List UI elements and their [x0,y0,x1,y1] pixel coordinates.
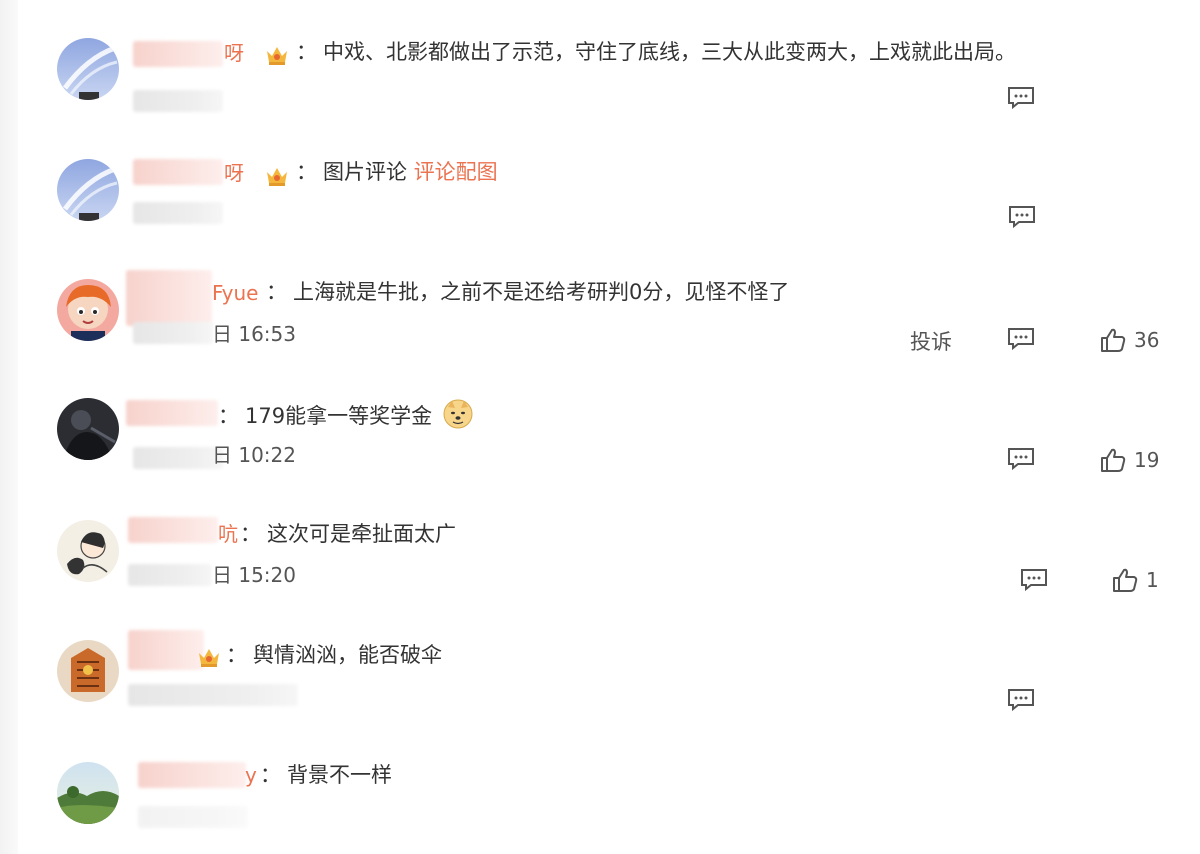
timestamp-blurred [133,202,223,224]
comment-icon[interactable] [1007,86,1035,110]
view-image-link[interactable]: 评论配图 [414,160,498,184]
like-button[interactable]: 19 [1100,447,1159,473]
thumb-up-icon [1101,328,1126,352]
colon-separator: ： [240,522,261,546]
colon-separator: ： [296,40,317,64]
thumb-up-icon [1101,448,1126,472]
crown-badge-icon [267,47,287,65]
colon-separator: ： [218,404,239,428]
comment-content: 背景不一样 [287,763,392,787]
comment-icon[interactable] [1007,327,1035,351]
crown-badge-icon [199,649,219,667]
like-count: 36 [1134,328,1160,352]
comment-content: 舆情汹汹，能否破伞 [253,643,442,667]
like-button[interactable]: 36 [1100,327,1159,353]
avatar[interactable] [57,520,119,582]
comment-icon[interactable] [1007,447,1035,471]
timestamp-blurred [133,322,213,344]
timestamp-blurred [128,684,298,706]
username-blurred[interactable] [133,41,223,67]
left-edge-shadow [0,0,18,854]
comment-list-page: 呀 ：中戏、北影都做出了示范，守住了底线，三大从此变两大，上戏就此出局。 呀 ：… [0,0,1200,854]
comment-icon[interactable] [1008,205,1036,229]
colon-separator: ： [260,763,281,787]
timestamp-blurred [133,447,223,469]
comment-text: ：舆情汹汹，能否破伞 [226,641,442,669]
timestamp: 日 15:20 [212,563,296,587]
timestamp: 日 10:22 [212,443,296,467]
comment-text: ：中戏、北影都做出了示范，守住了底线，三大从此变两大，上戏就此出局。 [296,38,1016,66]
comment-content: 179能拿一等奖学金 [245,404,433,428]
colon-separator: ： [226,643,247,667]
comment-text: ：上海就是牛批，之前不是还给考研判0分，见怪不怪了 [266,278,789,306]
username-blurred[interactable] [128,630,204,670]
colon-separator: ： [296,160,317,184]
comment-content: 中戏、北影都做出了示范，守住了底线，三大从此变两大，上戏就此出局。 [323,40,1016,64]
username-visible-part[interactable]: 呀 [224,40,244,66]
avatar[interactable] [57,279,119,341]
avatar[interactable] [57,762,119,824]
username-blurred[interactable] [126,400,218,426]
avatar[interactable] [57,159,119,221]
username-blurred[interactable] [128,517,218,543]
crown-badge-icon [267,168,287,186]
timestamp-blurred [138,806,248,828]
username-visible-part[interactable]: Fyue [212,280,258,306]
thumb-up-icon [1113,568,1138,592]
doge-emoji-icon [443,399,473,429]
username-visible-part[interactable]: 呀 [224,160,244,186]
username-blurred[interactable] [133,159,223,185]
comment-content: 图片评论 [323,160,407,184]
comment-icon[interactable] [1020,568,1048,592]
username-visible-part[interactable]: y [245,762,257,788]
avatar[interactable] [57,38,119,100]
avatar[interactable] [57,398,119,460]
comment-text: ：这次可是牵扯面太广 [240,520,456,548]
username-visible-part[interactable]: 吭 [218,521,238,547]
comment-icon[interactable] [1007,688,1035,712]
timestamp: 日 16:53 [212,322,296,346]
username-blurred[interactable] [126,270,212,326]
comment-text: ：图片评论 评论配图 [296,158,498,186]
username-blurred[interactable] [138,762,246,788]
colon-separator: ： [266,280,287,304]
comment-text: ： 179能拿一等奖学金 [218,399,473,430]
like-count: 19 [1134,448,1160,472]
comment-content: 上海就是牛批，之前不是还给考研判0分，见怪不怪了 [293,280,790,304]
timestamp-blurred [133,90,223,112]
timestamp-blurred [128,564,212,586]
like-count: 1 [1146,568,1159,592]
avatar[interactable] [57,640,119,702]
comment-content: 这次可是牵扯面太广 [267,522,456,546]
comment-text: ：背景不一样 [260,761,392,789]
report-link[interactable]: 投诉 [910,326,952,356]
like-button[interactable]: 1 [1112,567,1159,593]
